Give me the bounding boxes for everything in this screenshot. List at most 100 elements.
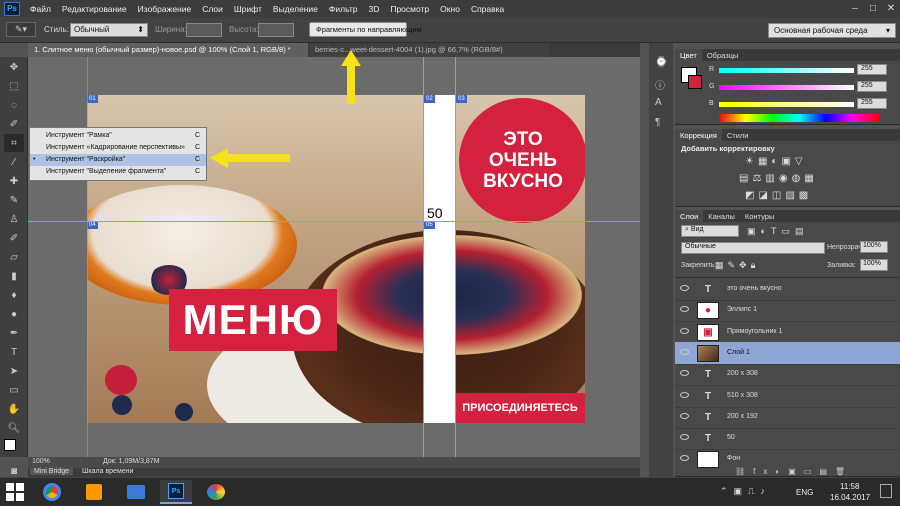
tab-swatches[interactable]: Образцы [702,49,744,61]
r-value-field[interactable]: 255 [857,64,887,75]
menu-select[interactable]: Выделение [273,4,318,14]
tab-paths[interactable]: Контуры [740,210,779,222]
r-slider[interactable] [719,68,854,73]
layer-row[interactable]: Слой 1 [675,341,900,365]
menu-image[interactable]: Изображение [138,4,192,14]
photoshop-app-icon[interactable]: Ps [160,480,192,504]
slice-tag-02[interactable]: 02 [424,95,435,103]
flyout-item-slice[interactable]: • Инструмент "Раскройка" C [30,154,206,166]
color-ramp[interactable] [719,114,879,122]
menu-filter[interactable]: Фильтр [329,4,358,14]
b-slider[interactable] [719,102,854,107]
foreground-color[interactable] [4,439,16,451]
brush-tool-icon[interactable]: ✎ [4,191,24,209]
flyout-item-perspective-crop[interactable]: Инструмент «Кадрирование перспективы» C [30,142,206,154]
layer-filter-icons[interactable]: ▣◐T▭▤ [747,226,808,237]
background-swatch[interactable] [688,75,702,89]
paragraph-panel-icon[interactable]: ¶ [655,117,660,128]
blur-tool-icon[interactable]: ♦ [4,286,24,304]
language-indicator[interactable]: ENG [796,488,813,497]
visibility-eye-icon[interactable] [680,348,689,355]
slice-tag-01[interactable]: 01 [87,95,98,103]
tool-preset-picker[interactable]: ✎▾ [6,22,36,37]
clock-time[interactable]: 11:58 [840,482,859,491]
color-swatches[interactable] [0,439,27,461]
adjustment-icons-row-1[interactable]: ☀▦◐▣▽ [745,156,807,167]
type-tool-icon[interactable]: T [4,343,24,361]
zoom-level[interactable]: 100% [32,458,50,465]
zoom-tool-icon[interactable]: 🔍︎ [4,419,24,437]
shape-tool-icon[interactable]: ▭ [4,381,24,399]
adjustment-icons-row-2[interactable]: ▤⚖▥◉◍▦ [739,173,818,184]
eyedropper-tool-icon[interactable]: ⁄ [4,153,24,171]
menu-layers[interactable]: Слои [202,4,223,14]
visibility-eye-icon[interactable] [680,327,689,334]
blend-mode-select[interactable]: Обычные [681,242,825,254]
stamp-tool-icon[interactable]: ♙ [4,210,24,228]
slice-tag-03[interactable]: 03 [456,95,467,103]
eraser-tool-icon[interactable]: ▱ [4,248,24,266]
lock-icons[interactable]: ▦✎✥🔒︎ [715,260,759,271]
dodge-tool-icon[interactable]: ● [4,305,24,323]
flyout-item-crop[interactable]: Инструмент "Рамка" C [30,130,206,142]
layer-row[interactable]: T 200 x 308 [675,363,900,387]
clock-date[interactable]: 16.04.2017 [830,493,870,502]
visibility-eye-icon[interactable] [680,306,689,313]
layer-actions[interactable]: ⛓fx◐▣▭▤🗑︎ [735,467,853,476]
chrome-app-icon[interactable] [36,480,68,504]
layer-kind-filter[interactable]: ⌕ Вид [681,225,739,237]
gradient-tool-icon[interactable]: ▮ [4,267,24,285]
guide-vertical[interactable] [87,57,88,457]
tray-icons[interactable]: ⌃▣⎍♪ [720,486,771,497]
menu-3d[interactable]: 3D [368,4,379,14]
menu-edit[interactable]: Редактирование [62,4,127,14]
visibility-eye-icon[interactable] [680,391,689,398]
quick-select-tool-icon[interactable]: ✐ [4,115,24,133]
style-select[interactable]: Обычный ⬍ [70,23,148,37]
minimize-icon[interactable]: – [846,3,864,14]
sublime-app-icon[interactable] [78,480,110,504]
guide-vertical[interactable] [423,57,424,457]
history-panel-icon[interactable]: ⌚ [655,57,667,68]
adjustment-icons-row-3[interactable]: ◩◪◫▨▩ [745,190,812,201]
tab-timeline[interactable]: Шкала времени [78,468,137,475]
opacity-field[interactable]: 100% [860,241,888,253]
crop-tool-icon[interactable]: ⌗ [4,134,24,152]
pen-tool-icon[interactable]: ✒ [4,324,24,342]
slice-tag-05[interactable]: 05 [424,221,435,229]
tab-adjustments[interactable]: Коррекция [675,129,722,141]
notifications-icon[interactable] [880,484,892,498]
guide-vertical[interactable] [455,57,456,457]
windows-start-icon[interactable] [6,483,24,501]
network-app-icon[interactable] [120,480,152,504]
maximize-icon[interactable]: □ [864,3,882,14]
history-brush-icon[interactable]: ✐ [4,229,24,247]
slices-from-guides-button[interactable]: Фрагменты по направляющим [309,22,422,37]
menu-type[interactable]: Шрифт [234,4,262,14]
g-slider[interactable] [719,85,854,90]
visibility-eye-icon[interactable] [680,434,689,441]
move-tool-icon[interactable]: ✥ [4,58,24,76]
paint-app-icon[interactable] [200,480,232,504]
guide-horizontal[interactable] [28,221,640,222]
healing-tool-icon[interactable]: ✚ [4,172,24,190]
path-select-tool-icon[interactable]: ➤ [4,362,24,380]
flyout-item-slice-select[interactable]: Инструмент "Выделение фрагмента" C [30,166,206,178]
close-icon[interactable]: ✕ [882,3,900,14]
b-value-field[interactable]: 255 [857,98,887,109]
layer-row[interactable]: ● Эллипс 1 [675,299,900,323]
g-value-field[interactable]: 255 [857,81,887,92]
layer-row[interactable]: T 50 [675,427,900,451]
tab-styles[interactable]: Стили [722,129,754,141]
tab-color[interactable]: Цвет [675,49,702,61]
character-panel-icon[interactable]: A [655,97,662,108]
info-panel-icon[interactable]: ⓘ [655,77,665,92]
layer-row[interactable]: ▣ Прямоугольник 1 [675,321,900,344]
visibility-eye-icon[interactable] [680,285,689,291]
slice-tag-04[interactable]: 04 [87,221,98,229]
menu-help[interactable]: Справка [471,4,504,14]
layer-row[interactable]: T 200 x 192 [675,406,900,429]
lasso-tool-icon[interactable]: ◌ [4,96,24,114]
tab-channels[interactable]: Каналы [703,210,740,222]
visibility-eye-icon[interactable] [680,412,689,419]
